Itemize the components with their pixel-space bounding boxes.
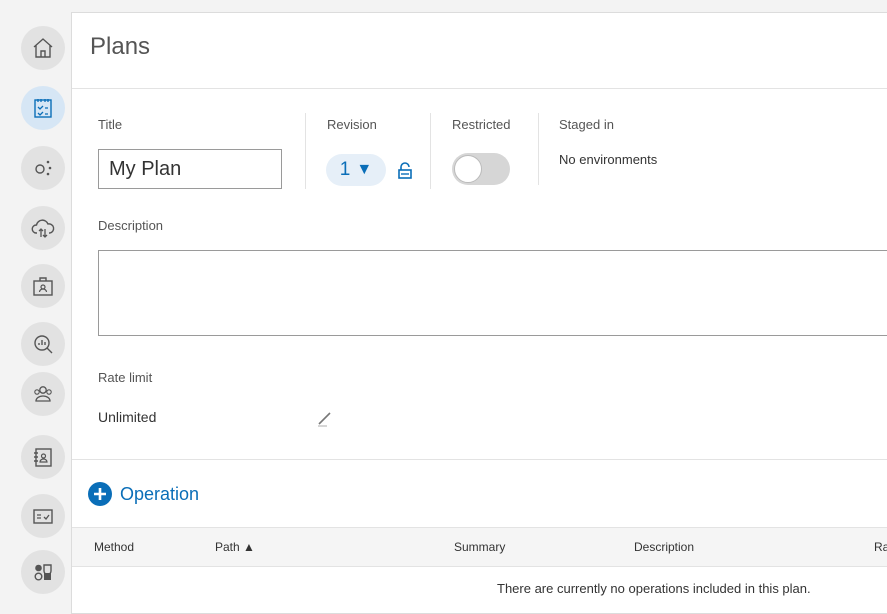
nav-cloud[interactable]	[21, 206, 65, 250]
column-path[interactable]: Path ▲	[215, 540, 255, 554]
sidebar	[0, 0, 71, 606]
revision-value: 1	[339, 159, 351, 180]
main-panel: Plans Title My Plan Revision 1 ▼ Restric…	[71, 12, 887, 614]
title-input[interactable]: My Plan	[98, 149, 282, 189]
restricted-toggle[interactable]	[452, 153, 510, 185]
nav-approval[interactable]	[21, 494, 65, 538]
description-label: Description	[98, 218, 164, 233]
briefcase-icon	[33, 277, 53, 296]
contacts-icon	[34, 448, 52, 467]
nav-users[interactable]	[21, 372, 65, 416]
unlock-icon[interactable]	[397, 162, 413, 180]
cloud-icon	[31, 219, 55, 238]
connections-icon	[35, 160, 52, 176]
rate-limit-value: Unlimited	[98, 409, 157, 425]
divider	[305, 113, 306, 189]
nav-plans[interactable]	[21, 86, 65, 130]
users-icon	[34, 386, 52, 402]
nav-contacts[interactable]	[21, 435, 65, 479]
column-rate-limit[interactable]: Ra	[874, 540, 887, 554]
divider	[72, 88, 887, 89]
table-header: Method Path ▲ Summary Description Ra	[72, 527, 887, 567]
home-icon	[33, 38, 53, 58]
nav-analytics[interactable]	[21, 322, 65, 366]
empty-table-message: There are currently no operations includ…	[497, 581, 811, 596]
column-description[interactable]: Description	[634, 540, 694, 554]
title-value: My Plan	[109, 157, 182, 180]
add-operation-button[interactable]: Operation	[88, 482, 199, 506]
divider	[430, 113, 431, 189]
edit-icon[interactable]	[316, 409, 334, 427]
divider	[72, 459, 887, 460]
analytics-icon	[34, 335, 53, 354]
nav-connections[interactable]	[21, 146, 65, 190]
revision-select[interactable]: 1 ▼	[326, 154, 386, 186]
nav-home[interactable]	[21, 26, 65, 70]
description-textarea[interactable]	[98, 250, 887, 336]
column-summary[interactable]: Summary	[454, 540, 505, 554]
title-label: Title	[98, 117, 123, 132]
add-operation-label: Operation	[120, 483, 200, 504]
column-method[interactable]: Method	[94, 540, 134, 554]
revision-label: Revision	[327, 117, 377, 132]
apps-icon	[34, 564, 52, 581]
divider	[538, 113, 539, 185]
toggle-knob	[454, 155, 482, 183]
plans-icon	[34, 99, 52, 118]
staged-label: Staged in	[559, 117, 614, 132]
plus-icon	[88, 482, 112, 506]
page-title: Plans	[90, 33, 151, 60]
approval-icon	[33, 509, 53, 524]
restricted-label: Restricted	[452, 117, 511, 132]
staged-value: No environments	[559, 152, 658, 167]
nav-apps[interactable]	[21, 550, 65, 594]
chevron-down-icon: ▼	[356, 161, 373, 178]
rate-limit-label: Rate limit	[98, 370, 153, 385]
nav-briefcase[interactable]	[21, 264, 65, 308]
